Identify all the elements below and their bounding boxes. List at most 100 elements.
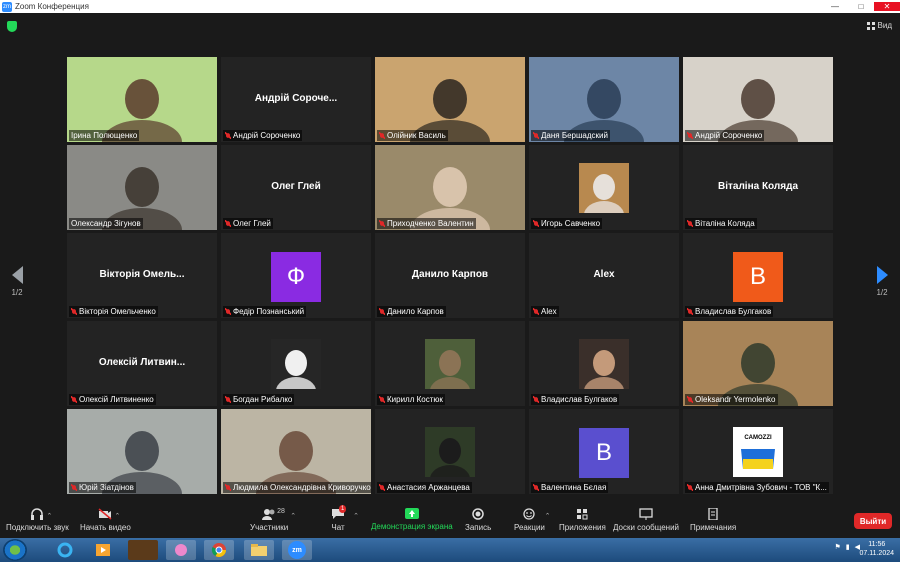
participant-tile[interactable]: Даня Бершадский [529,57,679,142]
meeting-area: Вид 1/2 1/2 Ірина Полющенко Андрій Сороче… [0,13,900,506]
participant-tile[interactable]: CAMOZZI Анна Дмитрівна Зубович - ТОВ "К..… [683,409,833,494]
participant-tile[interactable]: Андрій Сороченко [683,57,833,142]
record-button[interactable]: Запись [465,508,491,532]
audio-options-icon[interactable]: ⌃ [46,512,52,520]
participant-tile[interactable]: Віталіна Коляда Віталіна Коляда [683,145,833,230]
participant-name-label: Юрій Зіатдінов [69,482,136,493]
notes-button[interactable]: Примечания [690,507,737,532]
share-screen-icon [404,508,419,519]
chat-button[interactable]: 1 ⌃ Чат [331,505,359,532]
participant-tile[interactable]: Игорь Савченко [529,145,679,230]
headphones-icon: ⌃ [30,508,52,520]
participant-name-label: Олег Глей [223,218,273,229]
participant-tile[interactable]: Приходченко Валентин [375,145,525,230]
participant-tile[interactable]: Олексій Литвин... Олексій Литвиненко [67,321,217,406]
participant-tile[interactable]: Владислав Булгаков [529,321,679,406]
reactions-button[interactable]: ⌃ Реакции [514,508,550,532]
start-video-label: Начать видео [80,523,131,532]
window-title: Zoom Конференция [15,2,89,11]
participant-tile[interactable]: Ірина Полющенко [67,57,217,142]
participant-name-label: Вікторія Омельченко [69,306,158,317]
whiteboards-button[interactable]: Доски сообщений [613,508,679,532]
join-audio-button[interactable]: ⌃ Подключить звук [6,508,69,532]
video-options-icon[interactable]: ⌃ [115,512,121,520]
participant-display-name: Олег Глей [271,181,321,192]
participant-name-label: Олійник Василь [377,130,448,141]
encryption-shield-icon[interactable] [7,21,17,32]
reactions-options-icon[interactable]: ⌃ [545,512,551,520]
folder-icon[interactable] [244,540,274,560]
window-controls: — □ ✕ [822,2,900,11]
record-label: Запись [465,523,492,532]
participant-name-label: Андрій Сороченко [685,130,765,141]
network-icon: ▮ [845,544,850,551]
participant-tile[interactable]: Богдан Рибалко [221,321,371,406]
paint-icon[interactable] [166,540,196,560]
participant-tile[interactable]: Анастасия Аржанцева [375,409,525,494]
mic-muted-icon [379,132,385,139]
participant-tile[interactable]: Андрій Сороче... Андрій Сороченко [221,57,371,142]
chat-label: Чат [331,523,345,532]
participant-name-label: Віталіна Коляда [685,218,757,229]
participant-name-label: Приходченко Валентин [377,218,476,229]
zoom-app-icon: zm [2,1,12,12]
start-button[interactable] [3,539,27,561]
notes-label: Примечания [690,523,737,532]
leave-button[interactable]: Выйти [854,513,892,529]
smiley-icon: ⌃ [522,508,550,520]
participants-button[interactable]: 28 ⌃ Участники [250,508,296,532]
participant-name: Людмила Олександрівна Криворучко [233,483,371,492]
next-page-button[interactable]: 1/2 [872,266,892,297]
participant-name: Анна Дмитрівна Зубович - ТОВ "К... [695,483,827,492]
participant-profile-image [579,339,629,405]
participant-tile[interactable]: Кирилл Костюк [375,321,525,406]
minimize-button[interactable]: — [822,2,848,11]
participant-tile[interactable]: Данило Карпов Данило Карпов [375,233,525,318]
participants-options-icon[interactable]: ⌃ [290,512,296,520]
apps-button[interactable]: Приложения [559,508,606,532]
chrome-icon[interactable] [204,540,234,560]
clock-date: 07.11.2024 [859,550,894,557]
mic-muted-icon [687,220,693,227]
start-video-button[interactable]: ⌃ Начать видео [80,508,131,532]
participant-avatar-letter: B [733,252,783,302]
participant-name: Анастасия Аржанцева [387,483,470,492]
participants-icon: 28 ⌃ [262,508,296,520]
participant-tile[interactable]: Alex Alex [529,233,679,318]
system-tray[interactable]: ⚑ ▮ ◀ [834,543,860,551]
participant-tile[interactable]: Вікторія Омель... Вікторія Омельченко [67,233,217,318]
media-icon[interactable] [88,540,118,560]
participant-tile[interactable]: B Валентина Бєлая [529,409,679,494]
share-screen-button[interactable]: Демонстрация экрана [371,508,453,531]
participant-name-label: Людмила Олександрівна Криворучко [223,482,371,493]
participant-tile[interactable]: Олег Глей Олег Глей [221,145,371,230]
participant-tile[interactable]: Юрій Зіатдінов [67,409,217,494]
participant-tile[interactable]: Ф Федір Познанський [221,233,371,318]
participant-name-label: Федір Познанський [223,306,307,317]
taskbar-clock[interactable]: 11:56 07.11.2024 [859,540,894,558]
mic-muted-icon [379,220,385,227]
participant-tile[interactable]: Oleksandr Yermolenko [683,321,833,406]
apps-label: Приложения [559,523,606,532]
participant-tile[interactable]: Людмила Олександрівна Криворучко [221,409,371,494]
maximize-button[interactable]: □ [848,2,874,11]
participants-label: Участники [250,523,289,532]
participant-tile[interactable]: Олійник Василь [375,57,525,142]
participant-tile[interactable]: B Владислав Булгаков [683,233,833,318]
zoom-icon[interactable]: zm [282,540,312,560]
participant-tile[interactable]: Олександр Зігунов [67,145,217,230]
game-icon[interactable] [128,540,158,560]
chat-options-icon[interactable]: ⌃ [353,512,359,520]
close-button[interactable]: ✕ [874,2,900,11]
participant-name-label: Анастасия Аржанцева [377,482,472,493]
mic-muted-icon [533,220,539,227]
ie-icon[interactable] [50,540,80,560]
mic-muted-icon [225,220,231,227]
participant-name: Ірина Полющенко [71,131,138,140]
view-button[interactable]: Вид [866,21,892,30]
participant-name: Олексій Литвиненко [79,395,154,404]
participant-name: Юрій Зіатдінов [79,483,134,492]
participant-name-label: Игорь Савченко [531,218,603,229]
participant-name: Олег Глей [233,219,271,228]
previous-page-button[interactable]: 1/2 [7,266,27,297]
